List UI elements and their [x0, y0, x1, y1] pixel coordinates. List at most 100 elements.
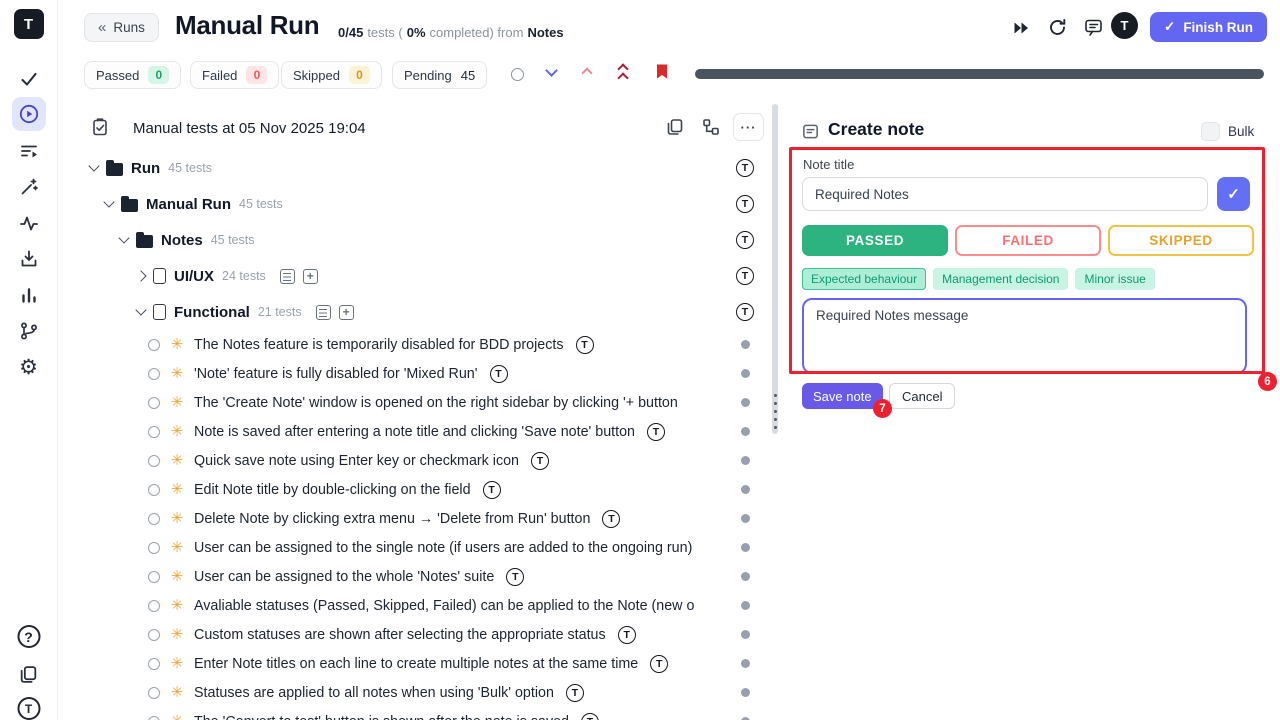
testomat-icon[interactable]: T: [736, 159, 754, 177]
tag-management-decision[interactable]: Management decision: [933, 268, 1068, 290]
app-logo[interactable]: T: [14, 9, 44, 39]
save-note-button[interactable]: Save note: [802, 383, 883, 409]
tree-suite-uiux[interactable]: UI/UX 24 tests + T: [58, 258, 780, 294]
chevron-down-icon[interactable]: [118, 232, 129, 243]
chevron-down-icon[interactable]: [88, 160, 99, 171]
test-status-radio[interactable]: [148, 629, 160, 641]
test-status-radio[interactable]: [148, 658, 160, 670]
testomat-icon[interactable]: T: [581, 713, 599, 720]
tree-folder-run[interactable]: Run 45 tests T: [58, 150, 780, 186]
copy-run-button[interactable]: [665, 117, 685, 142]
filter-chip-failed[interactable]: Failed 0: [190, 61, 279, 89]
filter-chip-skipped[interactable]: Skipped 0: [281, 61, 382, 89]
test-row[interactable]: ✳ Edit Note title by double-clicking on …: [58, 475, 780, 504]
testomat-icon[interactable]: T: [566, 684, 584, 702]
tag-expected-behaviour[interactable]: Expected behaviour: [802, 268, 926, 290]
test-row[interactable]: ✳ User can be assigned to the whole 'Not…: [58, 562, 780, 591]
testomat-icon[interactable]: T: [490, 365, 508, 383]
testomat-icon[interactable]: T: [602, 510, 620, 528]
chevron-down-icon[interactable]: [135, 304, 146, 315]
testomat-icon[interactable]: T: [483, 481, 501, 499]
filter-chip-passed[interactable]: Passed 0: [84, 61, 181, 89]
profile-logo[interactable]: T: [17, 697, 40, 720]
test-status-radio[interactable]: [148, 484, 160, 496]
sidebar-item-analytics[interactable]: [16, 210, 42, 236]
testomat-icon[interactable]: T: [576, 336, 594, 354]
tree-folder-notes[interactable]: Notes 45 tests T: [58, 222, 780, 258]
notes-icon[interactable]: [316, 305, 331, 320]
test-row[interactable]: ✳ The 'Create Note' window is opened on …: [58, 388, 780, 417]
testomat-logo-button[interactable]: T: [1111, 12, 1138, 39]
test-status-radio[interactable]: [148, 513, 160, 525]
note-title-input[interactable]: [802, 177, 1208, 211]
filter-chip-pending[interactable]: Pending 45: [392, 61, 487, 89]
test-row[interactable]: ✳ Avaliable statuses (Passed, Skipped, F…: [58, 591, 780, 620]
test-row[interactable]: ✳ The 'Convert to test' button is shown …: [58, 707, 780, 720]
test-status-radio[interactable]: [148, 339, 160, 351]
test-row[interactable]: ✳ Delete Note by clicking extra menu → '…: [58, 504, 780, 533]
testomat-icon[interactable]: T: [506, 568, 524, 586]
scrollbar-thumb[interactable]: [772, 104, 778, 434]
cancel-button[interactable]: Cancel: [889, 383, 955, 409]
tree-view-button[interactable]: [701, 117, 721, 142]
tag-minor-issue[interactable]: Minor issue: [1075, 268, 1154, 290]
notes-icon[interactable]: [280, 269, 295, 284]
sidebar-item-reports[interactable]: [16, 282, 42, 308]
note-message-textarea[interactable]: Required Notes message: [802, 298, 1247, 374]
testomat-icon[interactable]: T: [736, 231, 754, 249]
test-status-radio[interactable]: [148, 426, 160, 438]
plus-square-icon[interactable]: +: [339, 305, 354, 320]
finish-run-button[interactable]: ✓ Finish Run: [1150, 12, 1267, 42]
sidebar-item-settings[interactable]: ⚙: [16, 354, 42, 380]
status-skipped-button[interactable]: SKIPPED: [1108, 225, 1254, 256]
status-passed-button[interactable]: PASSED: [802, 225, 948, 256]
sidebar-item-branches[interactable]: [16, 318, 42, 344]
collapse-button[interactable]: [583, 69, 591, 77]
quick-save-button[interactable]: ✓: [1217, 177, 1250, 211]
testomat-icon[interactable]: T: [736, 267, 754, 285]
bulk-checkbox[interactable]: [1201, 122, 1220, 141]
more-options-button[interactable]: ···: [733, 113, 764, 141]
panel-resize-handle[interactable]: [774, 394, 777, 429]
test-status-radio[interactable]: [148, 455, 160, 467]
unmark-all-button[interactable]: [511, 68, 524, 81]
test-status-radio[interactable]: [148, 368, 160, 380]
test-row[interactable]: ✳ The Notes feature is temporarily disab…: [58, 330, 780, 359]
test-status-radio[interactable]: [148, 542, 160, 554]
sidebar-item-tests[interactable]: [16, 66, 42, 92]
tree-suite-functional[interactable]: Functional 21 tests + T: [58, 294, 780, 330]
test-row[interactable]: ✳ User can be assigned to the single not…: [58, 533, 780, 562]
chevron-right-icon[interactable]: [135, 270, 146, 281]
test-status-radio[interactable]: [148, 571, 160, 583]
sidebar-item-automation[interactable]: [16, 174, 42, 200]
sidebar-item-import[interactable]: [16, 246, 42, 272]
chevron-down-icon[interactable]: [103, 196, 114, 207]
docs-button[interactable]: [16, 661, 42, 687]
expand-all-button[interactable]: [547, 66, 556, 75]
testomat-icon[interactable]: T: [647, 423, 665, 441]
test-row[interactable]: ✳ Quick save note using Enter key or che…: [58, 446, 780, 475]
retest-button[interactable]: [90, 117, 110, 142]
back-to-runs-button[interactable]: « Runs: [84, 13, 159, 42]
status-failed-button[interactable]: FAILED: [955, 225, 1101, 256]
test-status-radio[interactable]: [148, 397, 160, 409]
test-row[interactable]: ✳ 'Note' feature is fully disabled for '…: [58, 359, 780, 388]
testomat-icon[interactable]: T: [736, 195, 754, 213]
tree-folder-manual-run[interactable]: Manual Run 45 tests T: [58, 186, 780, 222]
bookmark-filter-button[interactable]: [655, 63, 669, 80]
test-row[interactable]: ✳ Enter Note titles on each line to crea…: [58, 649, 780, 678]
sidebar-item-runs[interactable]: [12, 97, 46, 131]
plus-square-icon[interactable]: +: [303, 269, 318, 284]
help-button[interactable]: ?: [17, 625, 40, 648]
collapse-all-button[interactable]: [619, 65, 627, 82]
skip-forward-button[interactable]: [1010, 17, 1032, 39]
testomat-icon[interactable]: T: [531, 452, 549, 470]
sidebar-item-plans[interactable]: [16, 138, 42, 164]
test-status-radio[interactable]: [148, 716, 160, 720]
rerun-button[interactable]: [1046, 16, 1068, 38]
testomat-icon[interactable]: T: [736, 303, 754, 321]
testomat-icon[interactable]: T: [650, 655, 668, 673]
test-row[interactable]: ✳ Custom statuses are shown after select…: [58, 620, 780, 649]
test-row[interactable]: ✳ Note is saved after entering a note ti…: [58, 417, 780, 446]
testomat-icon[interactable]: T: [618, 626, 636, 644]
